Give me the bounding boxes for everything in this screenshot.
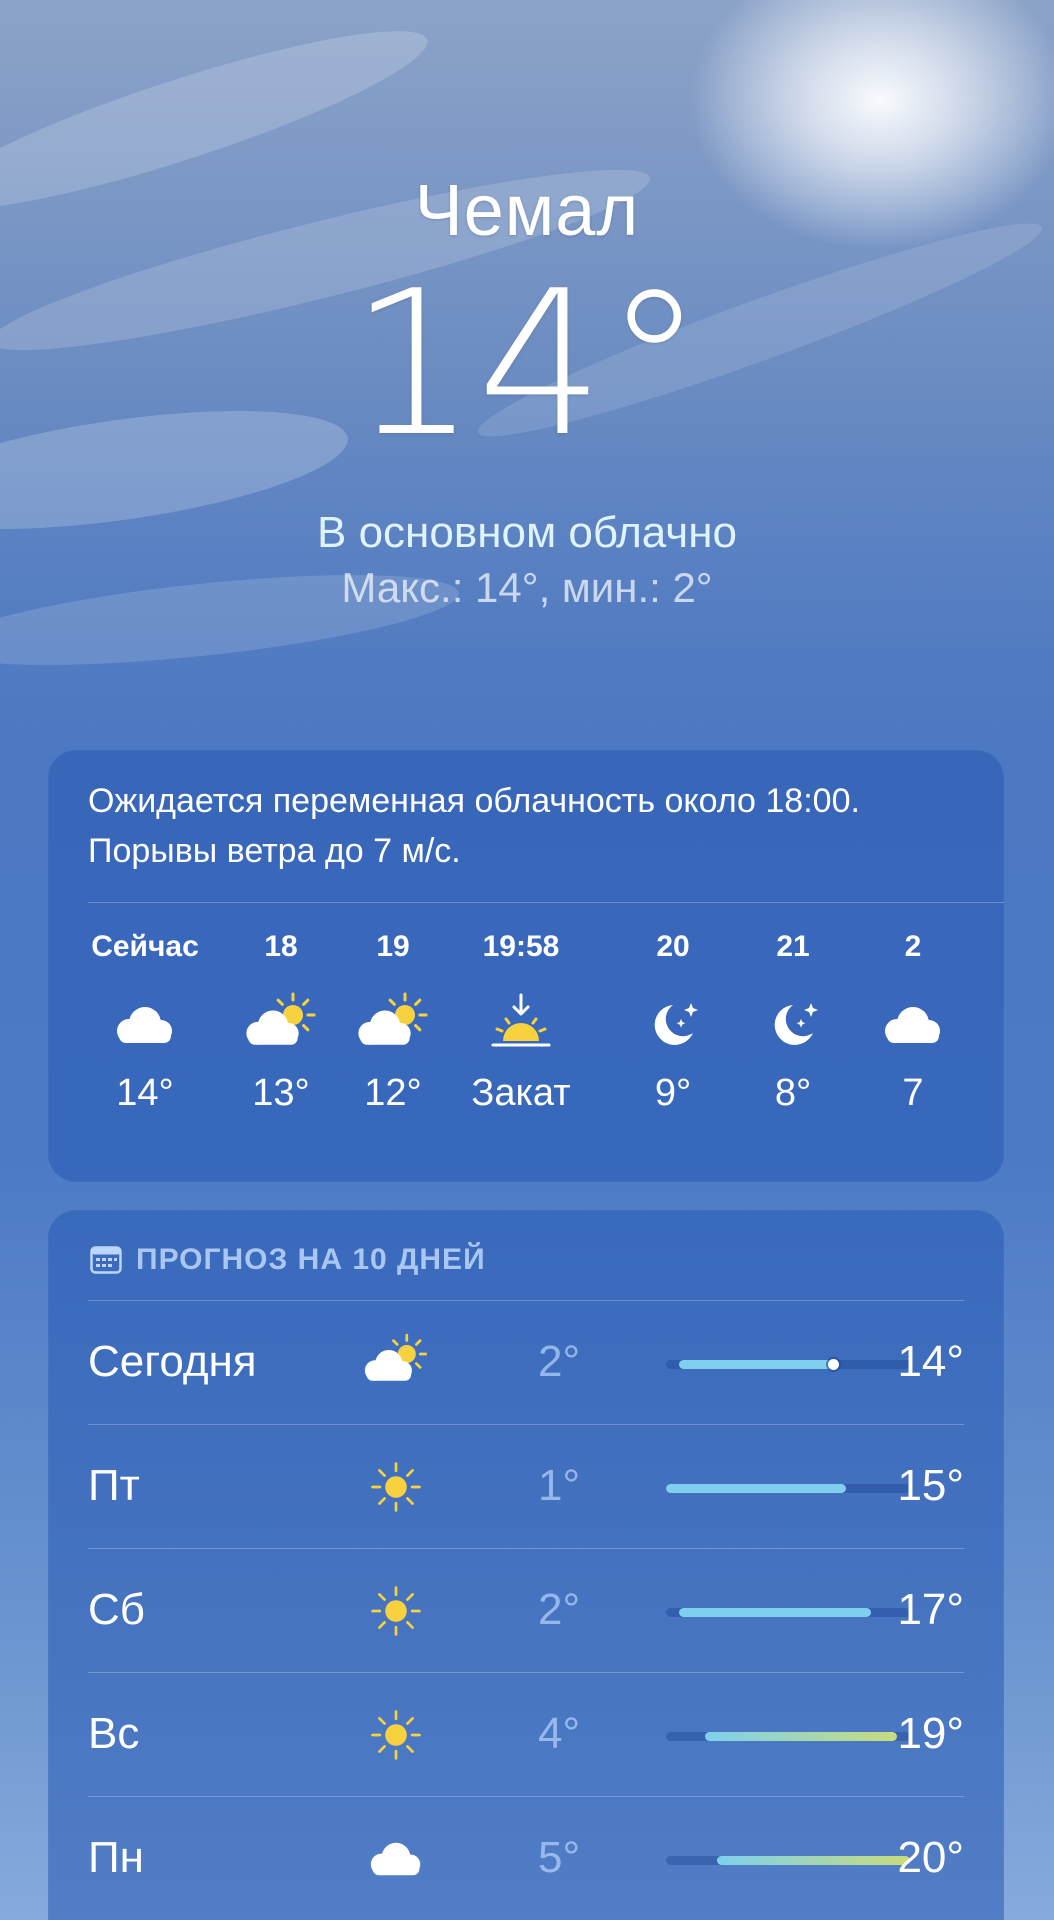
divider xyxy=(88,1300,964,1301)
cloud-icon xyxy=(360,1823,432,1895)
hourly-forecast-card[interactable]: Ожидается переменная облачность около 18… xyxy=(48,750,1004,1182)
partly-sunny-icon xyxy=(353,985,433,1065)
divider xyxy=(88,1424,964,1425)
hourly-item: 20 9° xyxy=(608,900,738,1182)
current-condition: В основном облачно xyxy=(317,508,737,557)
forecast-summary: Ожидается переменная облачность около 18… xyxy=(88,776,978,876)
high-temperature: 19° xyxy=(897,1709,964,1758)
hourly-item: 19:58 Закат xyxy=(456,900,586,1182)
hour-label: 20 xyxy=(656,930,690,963)
daily-row[interactable]: Пн 5° 20° xyxy=(88,1796,964,1920)
daily-row[interactable]: Сегодня 2° 14° xyxy=(88,1300,964,1424)
hour-label: 2 xyxy=(904,930,922,963)
temperature-range-fill xyxy=(666,1484,846,1493)
high-low-temperature: Макс.: 14°, мин.: 2° xyxy=(341,564,713,611)
day-label: Пт xyxy=(88,1461,140,1510)
sunset-icon xyxy=(481,985,561,1065)
day-label: Пн xyxy=(88,1833,144,1882)
current-temperature: 14° xyxy=(349,248,705,481)
hourly-strip[interactable]: Сейчас 14° 18 13° 19 12° 19:58 Закат 20 9° 21 8° 2 7 xyxy=(48,900,1004,1182)
hour-temperature: 9° xyxy=(654,1072,692,1114)
hour-temperature: 14° xyxy=(116,1072,174,1114)
hour-temperature: Закат xyxy=(471,1072,571,1114)
hour-temperature: 7 xyxy=(902,1072,924,1114)
temperature-range-fill xyxy=(678,1360,833,1369)
hourly-item: 21 8° xyxy=(728,900,858,1182)
cloud-icon xyxy=(105,985,185,1065)
high-temperature: 14° xyxy=(897,1337,964,1386)
low-temperature: 2° xyxy=(538,1585,581,1634)
divider xyxy=(88,1796,964,1797)
hourly-item: 18 13° xyxy=(216,900,346,1182)
hour-temperature: 13° xyxy=(252,1072,310,1114)
high-temperature: 17° xyxy=(897,1585,964,1634)
divider xyxy=(88,1672,964,1673)
day-label: Сегодня xyxy=(88,1337,257,1386)
sun-icon xyxy=(360,1699,432,1771)
summary-line: Порывы ветра до 7 м/с. xyxy=(88,832,461,870)
day-label: Сб xyxy=(88,1585,145,1634)
partly-sunny-icon xyxy=(360,1327,432,1399)
high-temperature: 20° xyxy=(897,1833,964,1882)
moon-stars-icon xyxy=(633,985,713,1065)
low-temperature: 5° xyxy=(538,1833,581,1882)
calendar-icon xyxy=(90,1246,122,1274)
hour-temperature: 12° xyxy=(364,1072,422,1114)
hour-label: 18 xyxy=(264,930,298,963)
daily-forecast-title-text: ПРОГНОЗ НА 10 ДНЕЙ xyxy=(136,1243,486,1276)
divider xyxy=(88,1548,964,1549)
hour-label: Сейчас xyxy=(91,930,199,963)
high-temperature: 15° xyxy=(897,1461,964,1510)
daily-forecast-card[interactable]: ПРОГНОЗ НА 10 ДНЕЙ Сегодня 2° 14° Пт 1° 15° Сб… xyxy=(48,1210,1004,1920)
hour-label: 19:58 xyxy=(482,930,560,963)
summary-line: Ожидается переменная облачность около 18… xyxy=(88,782,860,820)
temperature-range-fill xyxy=(678,1608,872,1617)
city-name: Чемал xyxy=(414,171,640,251)
day-label: Вс xyxy=(88,1709,140,1758)
low-temperature: 1° xyxy=(538,1461,581,1510)
sun-icon xyxy=(360,1451,432,1523)
hourly-item: 27 xyxy=(848,900,978,1182)
hour-temperature: 8° xyxy=(774,1072,812,1114)
low-temperature: 4° xyxy=(538,1709,581,1758)
hourly-item: Сейчас 14° xyxy=(80,900,210,1182)
partly-sunny-icon xyxy=(241,985,321,1065)
hour-label: 21 xyxy=(776,930,810,963)
cloud-icon xyxy=(873,985,953,1065)
daily-row[interactable]: Сб 2° 17° xyxy=(88,1548,964,1672)
low-temperature: 2° xyxy=(538,1337,581,1386)
current-temperature-dot xyxy=(827,1359,839,1370)
sun-icon xyxy=(360,1575,432,1647)
moon-stars-icon xyxy=(753,985,833,1065)
hour-label: 19 xyxy=(376,930,410,963)
hourly-item: 19 12° xyxy=(328,900,458,1182)
daily-row[interactable]: Вс 4° 19° xyxy=(88,1672,964,1796)
daily-row[interactable]: Пт 1° 15° xyxy=(88,1424,964,1548)
